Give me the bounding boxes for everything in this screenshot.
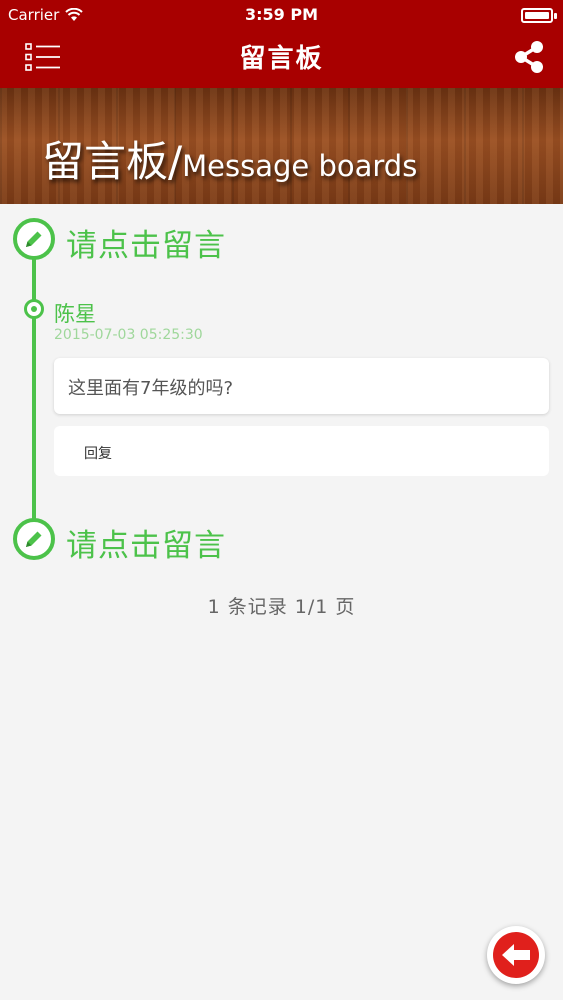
app-header: Carrier 3:59 PM 留言板 <box>0 0 563 88</box>
share-button[interactable] <box>513 40 545 74</box>
reply-label: 回复 <box>84 446 112 462</box>
pencil-icon <box>26 231 42 247</box>
banner-title: 留言板/Message boards <box>42 128 417 189</box>
status-time: 3:59 PM <box>244 5 318 24</box>
battery-icon <box>521 8 557 23</box>
leave-message-bottom-button[interactable] <box>13 518 55 560</box>
pagination-info: 1 条记录 1/1 页 <box>207 596 356 618</box>
banner: 留言板/Message boards <box>0 88 563 204</box>
banner-title-zh: 留言板/ <box>42 137 183 186</box>
message-timestamp: 2015-07-03 05:25:30 <box>54 327 203 343</box>
leave-message-top-button[interactable] <box>13 218 55 260</box>
message-card: 这里面有7年级的吗? <box>54 358 549 414</box>
reply-button[interactable]: 回复 <box>54 426 549 476</box>
share-icon <box>515 41 543 73</box>
timeline-dot <box>24 299 44 319</box>
battery-fill <box>525 12 549 19</box>
status-bar: Carrier 3:59 PM <box>0 0 563 30</box>
leave-message-bottom-label[interactable]: 请点击留言 <box>66 520 226 565</box>
timeline-line <box>32 236 36 536</box>
leave-message-top-label[interactable]: 请点击留言 <box>66 220 226 265</box>
banner-title-en: Message boards <box>182 149 418 183</box>
back-button-inner <box>493 932 539 978</box>
pencil-icon <box>26 531 42 547</box>
back-button[interactable] <box>487 926 545 984</box>
page-title: 留言板 <box>239 44 324 74</box>
message-content: 这里面有7年级的吗? <box>68 378 234 399</box>
arrow-left-icon <box>502 944 530 966</box>
message-author: 陈星 <box>54 302 96 326</box>
